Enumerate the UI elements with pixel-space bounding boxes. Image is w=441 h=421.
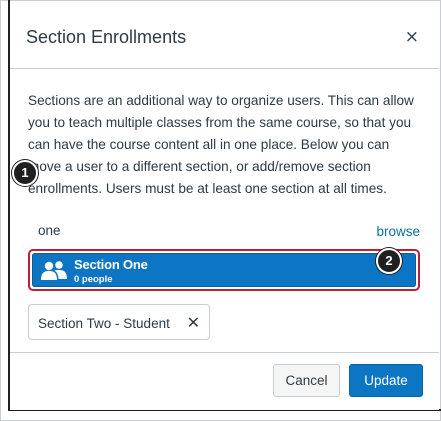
callout-marker-2: 2	[376, 248, 402, 274]
remove-section-icon[interactable]: ✕	[187, 313, 200, 332]
dialog-title: Section Enrollments	[26, 27, 187, 47]
enrolled-section-label: Section Two - Student	[38, 316, 170, 331]
section-enrollments-dialog: Section Enrollments × Sections are an ad…	[10, 10, 439, 410]
dialog-footer: Cancel Update	[10, 352, 439, 410]
browse-link[interactable]: browse	[376, 224, 420, 239]
search-result-highlight[interactable]: Section One 0 people	[28, 249, 420, 291]
search-result-section-one[interactable]: Section One 0 people	[32, 253, 416, 287]
cancel-button[interactable]: Cancel	[273, 364, 340, 397]
result-section-name: Section One	[74, 257, 148, 272]
close-icon[interactable]: ×	[405, 27, 419, 47]
section-search-input[interactable]	[28, 217, 338, 243]
result-people-count: 0 people	[74, 274, 113, 285]
update-button[interactable]: Update	[349, 364, 423, 397]
dialog-header: Section Enrollments ×	[10, 10, 439, 69]
section-search: browse	[28, 217, 420, 247]
enrolled-section-pill: Section Two - Student ✕	[28, 304, 210, 340]
dialog-description: Sections are an additional way to organi…	[28, 93, 414, 196]
users-icon	[41, 261, 67, 280]
callout-marker-1: 1	[12, 160, 38, 186]
